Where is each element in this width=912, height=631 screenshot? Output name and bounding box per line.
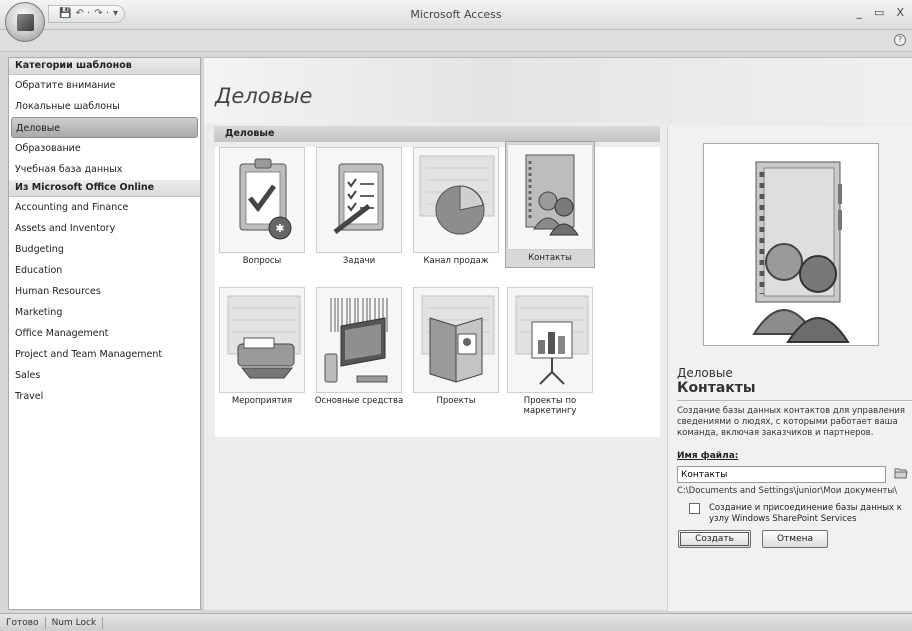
- template-label: Канал продаж: [423, 256, 489, 266]
- template-tile-projects[interactable]: Проекты: [411, 287, 501, 406]
- contacts-template-icon: [507, 144, 593, 250]
- template-label: Проекты: [436, 396, 476, 406]
- sidebar-item-local-templates[interactable]: Локальные шаблоны: [9, 96, 200, 117]
- contacts-preview-image: [703, 143, 879, 346]
- restore-button[interactable]: ▭: [874, 6, 884, 19]
- save-path: C:\Documents and Settings\junior\Мои док…: [677, 486, 898, 496]
- template-label: Основные средства: [314, 396, 404, 406]
- template-label: Задачи: [342, 256, 376, 266]
- filename-input[interactable]: [677, 466, 886, 483]
- status-numlock: Num Lock: [46, 616, 104, 629]
- ribbon-strip: ?: [0, 30, 912, 52]
- cancel-button[interactable]: Отмена: [762, 530, 828, 548]
- template-tile-questions[interactable]: ✱ Вопросы: [217, 147, 307, 266]
- window-title: Microsoft Access: [410, 8, 502, 21]
- sidebar-item-human-resources[interactable]: Human Resources: [9, 281, 200, 302]
- marketing-projects-template-icon: [507, 287, 593, 393]
- status-ready: Готово: [0, 616, 46, 629]
- preview-divider: [677, 400, 912, 401]
- section-header: Деловые: [214, 126, 660, 142]
- template-preview-panel: Деловые Контакты Создание базы данных ко…: [667, 126, 912, 611]
- events-template-icon: [219, 287, 305, 393]
- sidebar-item-travel[interactable]: Travel: [9, 386, 200, 407]
- sharepoint-label: Создание и присоединение базы данных к у…: [709, 503, 902, 524]
- preview-category: Деловые: [677, 366, 733, 380]
- sidebar-item-sample-database[interactable]: Учебная база данных: [9, 159, 200, 180]
- template-label: Мероприятия: [231, 396, 293, 406]
- sales-pipeline-template-icon: [413, 147, 499, 253]
- template-label: Контакты: [528, 253, 572, 263]
- office-button[interactable]: [5, 2, 45, 42]
- template-categories-panel: Категории шаблонов Обратите внимание Лок…: [8, 57, 201, 610]
- help-icon[interactable]: ?: [894, 34, 906, 46]
- assets-template-icon: [316, 287, 402, 393]
- template-tile-tasks[interactable]: Задачи: [314, 147, 404, 266]
- template-gallery: ✱ Вопросы Задачи Канал продаж Контакты М…: [215, 141, 660, 437]
- filename-label: Имя файла:: [677, 451, 739, 461]
- close-button[interactable]: X: [896, 6, 904, 19]
- template-label: Проекты по маркетингу: [523, 396, 577, 416]
- projects-template-icon: [413, 287, 499, 393]
- office-logo-icon: [17, 14, 34, 31]
- template-tile-assets[interactable]: Основные средства: [314, 287, 404, 406]
- page-title: Деловые: [215, 84, 313, 108]
- template-label: Вопросы: [242, 256, 282, 266]
- template-tile-events[interactable]: Мероприятия: [217, 287, 307, 406]
- template-tile-marketing-projects[interactable]: Проекты по маркетингу: [505, 287, 595, 416]
- sidebar-item-project-team[interactable]: Project and Team Management: [9, 344, 200, 365]
- sidebar-item-education-local[interactable]: Образование: [9, 138, 200, 159]
- sidebar-item-education[interactable]: Education: [9, 260, 200, 281]
- window-controls: _ ▭ X: [857, 6, 904, 19]
- title-bar: 💾 ↶ · ↷ · ▾ Microsoft Access _ ▭ X: [0, 0, 912, 42]
- status-bar: Готово Num Lock: [0, 613, 912, 631]
- sidebar-item-sales[interactable]: Sales: [9, 365, 200, 386]
- template-tile-sales-pipeline[interactable]: Канал продаж: [411, 147, 501, 266]
- template-tile-contacts[interactable]: Контакты: [505, 141, 595, 268]
- tasks-template-icon: [316, 147, 402, 253]
- svg-text:✱: ✱: [275, 222, 284, 235]
- preview-description: Создание базы данных контактов для управ…: [677, 406, 906, 438]
- sidebar-item-accounting[interactable]: Accounting and Finance: [9, 197, 200, 218]
- sidebar-item-budgeting[interactable]: Budgeting: [9, 239, 200, 260]
- sidebar-item-business[interactable]: Деловые: [11, 117, 198, 138]
- questions-template-icon: ✱: [219, 147, 305, 253]
- categories-header: Категории шаблонов: [9, 58, 200, 75]
- sidebar-item-assets[interactable]: Assets and Inventory: [9, 218, 200, 239]
- create-button[interactable]: Создать: [678, 530, 751, 548]
- browse-folder-icon[interactable]: [894, 467, 908, 479]
- preview-template-name: Контакты: [677, 380, 756, 396]
- online-header: Из Microsoft Office Online: [9, 180, 200, 197]
- main-area: Деловые Деловые ✱ Вопросы Задачи Канал п…: [204, 57, 912, 611]
- sidebar-item-office-management[interactable]: Office Management: [9, 323, 200, 344]
- sidebar-item-marketing[interactable]: Marketing: [9, 302, 200, 323]
- sharepoint-checkbox[interactable]: [689, 503, 700, 514]
- sidebar-item-featured[interactable]: Обратите внимание: [9, 75, 200, 96]
- minimize-button[interactable]: _: [857, 6, 863, 19]
- heading-band: Деловые: [204, 58, 912, 123]
